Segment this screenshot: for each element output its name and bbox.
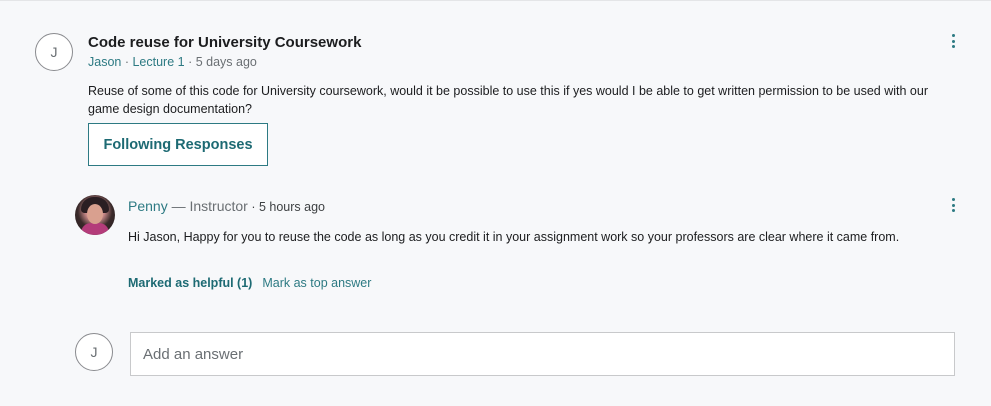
instructor-avatar[interactable] — [75, 195, 115, 235]
answer-separator: · — [247, 200, 259, 214]
following-responses-button[interactable]: Following Responses — [88, 123, 268, 166]
answer-actions: Marked as helpful (1) Mark as top answer — [128, 276, 371, 290]
meta-separator: · — [121, 55, 133, 69]
answer-author-line: Penny — Instructor · 5 hours ago — [128, 198, 325, 214]
answer-more-options-icon[interactable] — [948, 198, 958, 212]
question-title: Code reuse for University Coursework — [88, 34, 362, 51]
question-author-link[interactable]: Jason — [88, 55, 121, 69]
question-thread: J Code reuse for University Coursework J… — [0, 0, 991, 406]
mark-as-top-answer-button[interactable]: Mark as top answer — [262, 276, 371, 290]
answer-body: Hi Jason, Happy for you to reuse the cod… — [128, 230, 900, 244]
question-meta: Jason · Lecture 1 · 5 days ago — [88, 55, 257, 69]
lecture-link[interactable]: Lecture 1 — [132, 55, 184, 69]
question-time: 5 days ago — [195, 55, 257, 69]
answer-author-role: — Instructor — [167, 198, 248, 214]
answer-author-name[interactable]: Penny — [128, 198, 168, 214]
answer-time: 5 hours ago — [258, 200, 325, 214]
add-answer-input[interactable] — [130, 332, 955, 376]
question-author-avatar[interactable]: J — [35, 33, 73, 71]
meta-separator: · — [184, 55, 196, 69]
marked-as-helpful-button[interactable]: Marked as helpful (1) — [128, 276, 252, 290]
reply-user-avatar: J — [75, 333, 113, 371]
question-more-options-icon[interactable] — [948, 34, 958, 48]
question-body: Reuse of some of this code for Universit… — [88, 84, 928, 116]
